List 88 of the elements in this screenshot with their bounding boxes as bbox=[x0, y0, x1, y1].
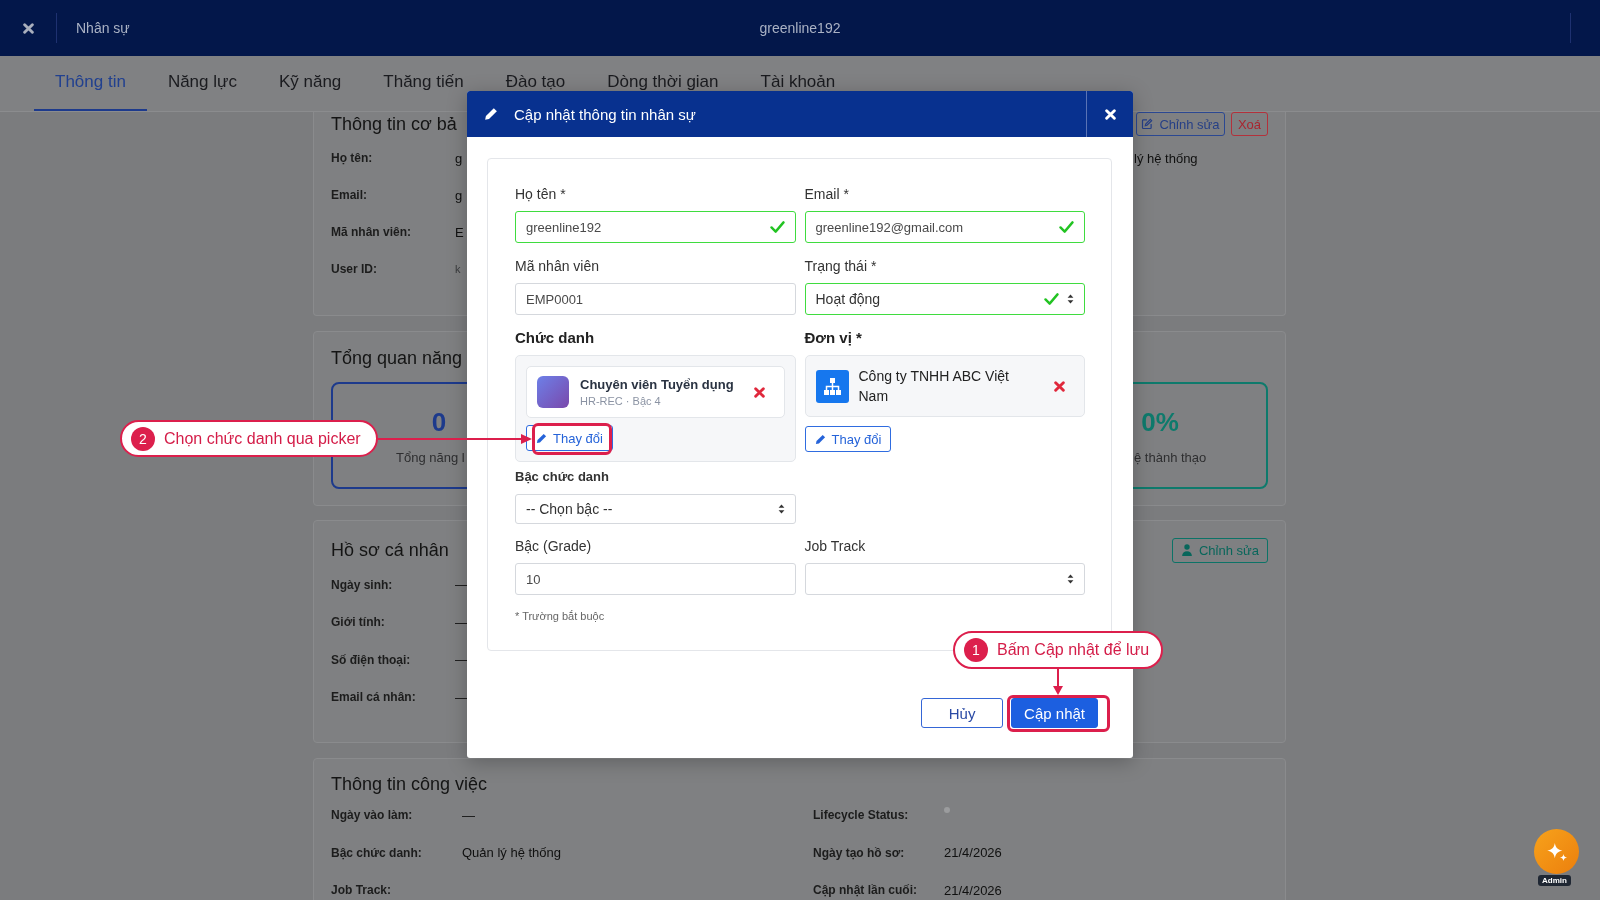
step-number: 1 bbox=[964, 638, 988, 662]
tab[interactable]: Tài khoản bbox=[739, 73, 857, 91]
card-title: Hồ sơ cá nhân bbox=[331, 539, 449, 561]
input-field[interactable]: EMP0001 bbox=[515, 283, 796, 315]
tab[interactable]: Đào tạo bbox=[484, 73, 587, 91]
assistant-button[interactable] bbox=[1534, 829, 1579, 874]
field-label: Mã nhân viên bbox=[515, 258, 600, 275]
pencil-icon bbox=[484, 107, 498, 121]
edit-icon bbox=[1141, 118, 1154, 130]
person-icon bbox=[1181, 544, 1193, 556]
stat-label: ệ thành thạo bbox=[1134, 449, 1207, 466]
role-tag: Admin bbox=[1538, 875, 1571, 886]
cancel-button[interactable]: Hủy bbox=[921, 698, 1004, 728]
required-note: * Trường bắt buộc bbox=[515, 609, 605, 623]
field-value: 21/4/2026 bbox=[944, 882, 1002, 898]
field-label: Ngày vào làm: bbox=[331, 808, 413, 823]
field-value: k bbox=[455, 263, 461, 275]
input-field[interactable]: greenline192@gmail.com bbox=[804, 211, 1085, 243]
remove-icon[interactable] bbox=[1054, 380, 1065, 392]
step-number: 2 bbox=[131, 426, 155, 451]
callout-text: Bấm Cập nhật để lưu bbox=[997, 641, 1150, 659]
field-value: g bbox=[455, 150, 463, 166]
remove-icon[interactable] bbox=[753, 386, 765, 398]
sparkle-icon bbox=[1545, 841, 1568, 862]
close-icon bbox=[1104, 108, 1116, 120]
close-icon bbox=[22, 22, 34, 34]
field-label: Job Track bbox=[804, 538, 866, 555]
dialog-title: Cập nhật thông tin nhân sự bbox=[514, 105, 696, 123]
callout-text: Chọn chức danh qua picker bbox=[164, 429, 361, 448]
check-icon bbox=[1059, 221, 1074, 233]
field-label: Job Track: bbox=[331, 883, 392, 898]
field-label: Email cá nhân: bbox=[331, 690, 416, 705]
pencil-icon bbox=[814, 433, 826, 445]
sort-icon bbox=[777, 504, 785, 514]
check-icon bbox=[1044, 293, 1059, 305]
sort-icon bbox=[1067, 574, 1074, 584]
field-label: Số điện thoại: bbox=[331, 652, 411, 667]
field-label: Ngày tạo hồ sơ: bbox=[813, 845, 905, 860]
tab[interactable]: Kỹ năng bbox=[257, 73, 363, 91]
field-label: Ngày sinh: bbox=[331, 577, 393, 592]
field-label: Trạng thái * bbox=[804, 258, 877, 275]
change-button[interactable]: Thay đổi bbox=[804, 426, 892, 452]
tab[interactable]: Năng lực bbox=[146, 73, 258, 91]
status-dot-icon bbox=[944, 807, 950, 814]
field-label: Chức danh bbox=[515, 329, 595, 346]
org-chart-icon bbox=[815, 369, 849, 403]
tab[interactable]: Thăng tiến bbox=[362, 73, 485, 91]
position-code: HR-REC · Bậc 4 bbox=[580, 395, 661, 407]
user-name: greenline192 bbox=[759, 20, 841, 36]
pencil-icon bbox=[536, 432, 547, 444]
stat-label: Tổng năng l bbox=[396, 449, 465, 466]
field-label: Đơn vị * bbox=[804, 329, 862, 346]
select-field[interactable]: -- Chọn bậc -- bbox=[515, 494, 796, 524]
tab[interactable]: Dòng thời gian bbox=[586, 73, 740, 91]
field-value: E bbox=[455, 224, 464, 240]
close-button[interactable] bbox=[20, 20, 36, 36]
field-value: lý hệ thống bbox=[1134, 150, 1198, 166]
field-value: — bbox=[462, 807, 475, 823]
page-title: Nhân sự bbox=[76, 20, 130, 36]
field-label: Email: bbox=[331, 188, 367, 202]
field-label: Bậc chức danh bbox=[515, 469, 609, 485]
select-field[interactable]: Hoạt động bbox=[804, 283, 1085, 315]
stat-value: 0% bbox=[1141, 408, 1179, 435]
input-field[interactable]: 10 bbox=[515, 563, 796, 595]
field-label: Mã nhân viên: bbox=[331, 225, 411, 239]
select-field[interactable] bbox=[804, 563, 1085, 595]
field-label: Họ tên: bbox=[331, 151, 373, 165]
card-title: Thông tin công việc bbox=[331, 772, 488, 795]
sort-icon bbox=[1067, 294, 1074, 304]
input-field[interactable]: greenline192 bbox=[515, 211, 796, 243]
field-label: Họ tên * bbox=[515, 186, 566, 203]
field-label: Email * bbox=[804, 186, 849, 203]
field-label: Cập nhật lần cuối: bbox=[813, 883, 917, 898]
stat-value: 0 bbox=[431, 408, 447, 435]
position-name: Chuyên viên Tuyển dụng bbox=[580, 377, 734, 392]
field-label: Giới tính: bbox=[331, 615, 385, 630]
submit-button[interactable]: Cập nhật bbox=[1011, 698, 1098, 728]
field-label: Bậc chức danh: bbox=[331, 845, 422, 860]
field-label: User ID: bbox=[331, 262, 377, 276]
field-label: Bậc (Grade) bbox=[515, 538, 592, 555]
field-value: g bbox=[455, 187, 463, 203]
field-value: 21/4/2026 bbox=[944, 845, 1002, 861]
unit-name: Công ty TNHH ABC Việt Nam bbox=[858, 367, 1010, 406]
card-title: Tổng quan năng bbox=[331, 346, 463, 369]
gradient-tile-icon bbox=[537, 376, 569, 408]
card-title: Thông tin cơ bả bbox=[331, 113, 457, 135]
field-label: Lifecycle Status: bbox=[813, 808, 909, 823]
check-icon bbox=[769, 221, 785, 233]
